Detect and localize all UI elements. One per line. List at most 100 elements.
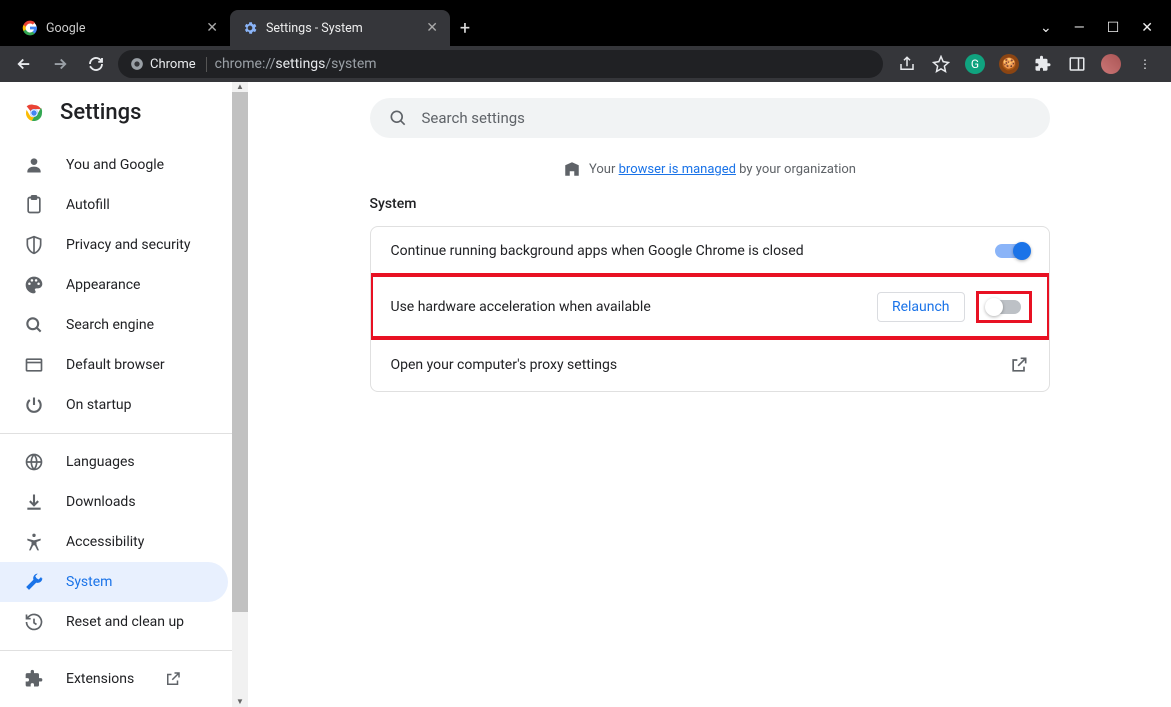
- sidebar-item-label: Search engine: [66, 317, 154, 333]
- close-tab-icon[interactable]: ✕: [206, 20, 218, 36]
- new-tab-button[interactable]: +: [450, 10, 480, 46]
- sidebar-item-appearance[interactable]: Appearance: [0, 265, 228, 305]
- sidebar-item-label: Extensions: [66, 671, 134, 687]
- autofill-icon: [24, 195, 44, 215]
- origin-label: Chrome: [150, 57, 196, 72]
- minimize-icon[interactable]: —: [1074, 20, 1085, 36]
- relaunch-button[interactable]: Relaunch: [877, 292, 965, 322]
- sidebar-item-autofill[interactable]: Autofill: [0, 185, 228, 225]
- setting-label: Use hardware acceleration when available: [391, 299, 651, 315]
- managed-link[interactable]: browser is managed: [619, 162, 736, 177]
- chrome-logo-icon: [22, 101, 46, 125]
- search-icon: [24, 315, 44, 335]
- toggle-hardware-acceleration[interactable]: [987, 300, 1021, 314]
- window-titlebar: Google ✕ Settings - System ✕ + ⌄ — ☐ ✕: [0, 0, 1171, 46]
- profile-avatar-icon[interactable]: [1101, 54, 1121, 74]
- scroll-thumb[interactable]: [232, 92, 248, 612]
- page-title: Settings: [60, 100, 141, 125]
- building-icon: [563, 160, 581, 178]
- sidebar-item-label: Default browser: [66, 357, 165, 373]
- open-external-icon: [1009, 355, 1029, 375]
- toolbar-actions: G 🍪 ⋮: [891, 54, 1161, 74]
- sidebar-item-label: You and Google: [66, 157, 164, 173]
- extensions-puzzle-icon[interactable]: [1033, 54, 1053, 74]
- open-external-icon: [164, 670, 182, 688]
- settings-sidebar: Settings You and Google Autofill Privacy a…: [0, 82, 248, 707]
- nav-divider: [0, 650, 248, 651]
- search-settings-input[interactable]: Search settings: [370, 98, 1050, 138]
- share-icon[interactable]: [897, 54, 917, 74]
- extension-green-icon[interactable]: G: [965, 54, 985, 74]
- tab-settings[interactable]: Settings - System ✕: [230, 10, 450, 46]
- search-placeholder: Search settings: [422, 109, 525, 127]
- sidebar-item-label: Languages: [66, 454, 135, 470]
- managed-banner: Your browser is managed by your organiza…: [563, 160, 856, 178]
- sidebar-item-label: Privacy and security: [66, 237, 190, 253]
- chrome-origin-badge: Chrome: [130, 57, 207, 72]
- sidebar-item-label: Reset and clean up: [66, 614, 184, 630]
- setting-row-background-apps: Continue running background apps when Go…: [371, 227, 1049, 275]
- star-icon[interactable]: [931, 54, 951, 74]
- extension-cookie-icon[interactable]: 🍪: [999, 54, 1019, 74]
- sidebar-item-label: On startup: [66, 397, 132, 413]
- close-tab-icon[interactable]: ✕: [426, 20, 438, 36]
- sidepanel-icon[interactable]: [1067, 54, 1087, 74]
- sidebar-item-label: Autofill: [66, 197, 110, 213]
- sidebar-header: Settings: [0, 82, 248, 141]
- settings-content: Search settings Your browser is managed …: [248, 82, 1171, 707]
- kebab-menu-icon[interactable]: ⋮: [1135, 54, 1155, 74]
- sidebar-item-label: Appearance: [66, 277, 140, 293]
- sidebar-item-label: System: [66, 574, 112, 590]
- reload-button[interactable]: [82, 50, 110, 78]
- person-icon: [24, 155, 44, 175]
- setting-row-proxy[interactable]: Open your computer's proxy settings: [371, 338, 1049, 391]
- sidebar-item-extensions[interactable]: Extensions: [0, 659, 228, 699]
- address-field[interactable]: Chrome chrome://settings/system: [118, 50, 883, 78]
- setting-row-hardware-acceleration: Use hardware acceleration when available…: [371, 275, 1049, 338]
- sidebar-item-default-browser[interactable]: Default browser: [0, 345, 228, 385]
- sidebar-item-languages[interactable]: Languages: [0, 442, 228, 482]
- tab-title: Settings - System: [266, 21, 363, 36]
- sidebar-item-downloads[interactable]: Downloads: [0, 482, 228, 522]
- section-heading: System: [370, 196, 1050, 212]
- search-icon: [388, 108, 408, 128]
- sidebar-item-privacy-and-security[interactable]: Privacy and security: [0, 225, 228, 265]
- back-button[interactable]: [10, 50, 38, 78]
- forward-button[interactable]: [46, 50, 74, 78]
- sidebar-item-reset-and-clean-up[interactable]: Reset and clean up: [0, 602, 228, 642]
- url-bar: Chrome chrome://settings/system G 🍪 ⋮: [0, 46, 1171, 82]
- sidebar-item-label: Accessibility: [66, 534, 144, 550]
- sidebar-item-system[interactable]: System: [0, 562, 228, 602]
- sidebar-item-label: Downloads: [66, 494, 136, 510]
- globe-icon: [24, 452, 44, 472]
- setting-label: Continue running background apps when Go…: [391, 243, 804, 259]
- maximize-icon[interactable]: ☐: [1107, 20, 1120, 36]
- sidebar-item-accessibility[interactable]: Accessibility: [0, 522, 228, 562]
- nav-divider: [0, 433, 248, 434]
- setting-label: Open your computer's proxy settings: [391, 357, 618, 373]
- browser-icon: [24, 355, 44, 375]
- wrench-icon: [24, 572, 44, 592]
- tab-title: Google: [46, 21, 85, 36]
- scroll-down-icon[interactable]: ▼: [232, 697, 248, 707]
- browser-tabs: Google ✕ Settings - System ✕ +: [10, 10, 480, 46]
- accessibility-icon: [24, 532, 44, 552]
- shield-icon: [24, 235, 44, 255]
- toggle-background-apps[interactable]: [995, 244, 1029, 258]
- sidebar-item-on-startup[interactable]: On startup: [0, 385, 228, 425]
- window-controls: ⌄ — ☐ ✕: [1040, 20, 1171, 46]
- gear-favicon-icon: [242, 20, 258, 36]
- sidebar-scrollbar[interactable]: ▲ ▼: [232, 82, 248, 707]
- power-icon: [24, 395, 44, 415]
- download-icon: [24, 492, 44, 512]
- google-favicon-icon: [22, 20, 38, 36]
- extension-icon: [24, 669, 44, 689]
- close-window-icon[interactable]: ✕: [1141, 20, 1153, 36]
- restore-icon: [24, 612, 44, 632]
- sidebar-item-search-engine[interactable]: Search engine: [0, 305, 228, 345]
- system-settings-card: Continue running background apps when Go…: [370, 226, 1050, 392]
- tab-google[interactable]: Google ✕: [10, 10, 230, 46]
- sidebar-item-you-and-google[interactable]: You and Google: [0, 145, 228, 185]
- scroll-up-icon[interactable]: ▲: [232, 82, 248, 92]
- chevron-down-icon[interactable]: ⌄: [1040, 20, 1052, 36]
